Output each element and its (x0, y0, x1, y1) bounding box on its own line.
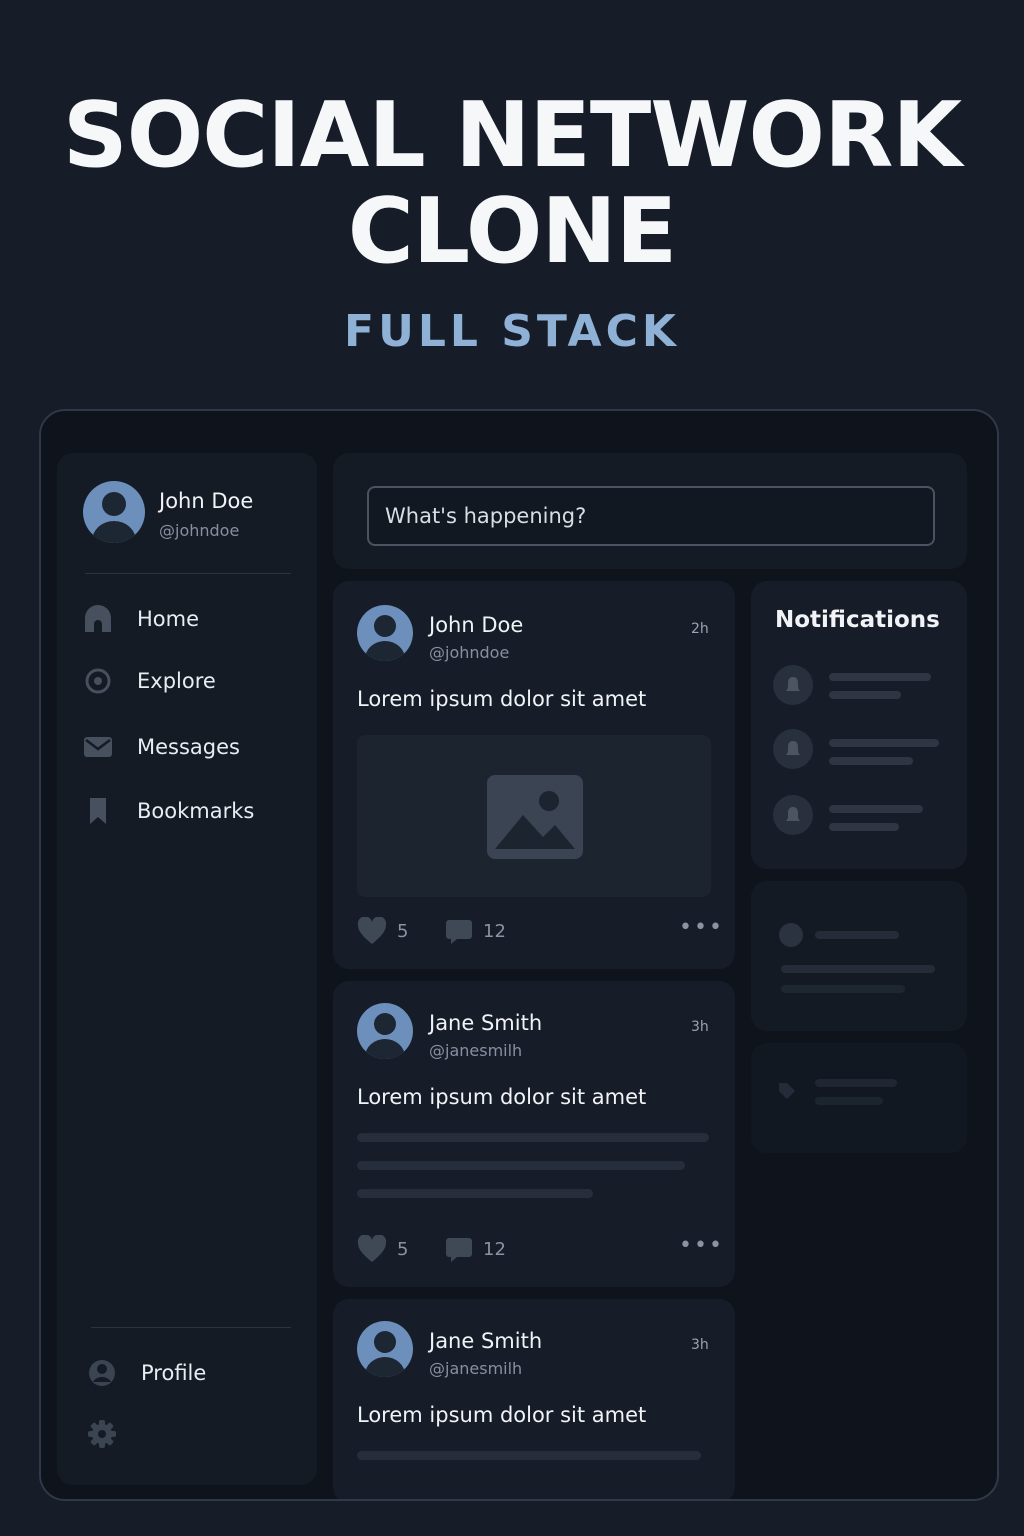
comment-count: 12 (483, 1238, 506, 1260)
notification-placeholder-line (829, 805, 923, 813)
notification-placeholder-line (829, 823, 899, 831)
post-time: 2h (691, 621, 709, 637)
comment-button[interactable]: 12 (445, 1235, 506, 1263)
post-author-name[interactable]: John Doe (429, 613, 523, 637)
compose-panel (333, 453, 967, 569)
compass-icon (83, 666, 113, 696)
post-author-name[interactable]: Jane Smith (429, 1011, 542, 1035)
sidebar-item-label: Profile (141, 1361, 207, 1385)
sidebar-item-profile[interactable]: Profile (87, 1353, 307, 1393)
heart-icon (357, 917, 387, 944)
post-card: Jane Smith @janesmilh 3h Lorem ipsum dol… (333, 1299, 735, 1499)
avatar[interactable] (357, 1003, 413, 1059)
more-icon[interactable]: ••• (679, 915, 724, 940)
post-author-name[interactable]: Jane Smith (429, 1329, 542, 1353)
sidebar-item-bookmarks[interactable]: Bookmarks (83, 791, 303, 831)
sidebar-item-label: Bookmarks (137, 799, 255, 823)
post-author-handle: @johndoe (429, 643, 510, 662)
sidebar: John Doe @johndoe Home Explore Messages (57, 453, 317, 1485)
compose-input[interactable] (367, 486, 935, 546)
hero-subtitle: FULL STACK (344, 306, 680, 357)
placeholder-card (751, 881, 967, 1031)
notification-placeholder-line (829, 739, 939, 747)
notification-placeholder-line (829, 757, 913, 765)
heart-icon (357, 1235, 387, 1262)
app-window: John Doe @johndoe Home Explore Messages (39, 409, 999, 1501)
post-text: Lorem ipsum dolor sit amet (357, 1085, 647, 1109)
like-button[interactable]: 5 (357, 1235, 408, 1263)
like-button[interactable]: 5 (357, 917, 408, 945)
notifications-panel: Notifications (751, 581, 967, 869)
mail-icon (83, 732, 113, 762)
gear-icon[interactable] (87, 1419, 117, 1449)
comment-icon (446, 920, 472, 944)
notification-placeholder-line (829, 691, 901, 699)
notification-item[interactable] (773, 665, 813, 705)
image-icon (487, 775, 583, 859)
hero-title: SOCIAL NETWORK CLONE (0, 88, 1024, 280)
user-icon (87, 1358, 117, 1388)
post-card: John Doe @johndoe 2h Lorem ipsum dolor s… (333, 581, 735, 969)
text-placeholder-line (357, 1451, 701, 1460)
bell-icon (786, 807, 800, 821)
home-icon (83, 604, 113, 634)
comment-button[interactable]: 12 (445, 917, 506, 945)
placeholder-line (815, 1097, 883, 1105)
notification-item[interactable] (773, 795, 813, 835)
more-icon[interactable]: ••• (679, 1233, 724, 1258)
text-placeholder-line (357, 1133, 709, 1142)
post-card: Jane Smith @janesmilh 3h Lorem ipsum dol… (333, 981, 735, 1287)
sidebar-item-home[interactable]: Home (83, 599, 303, 639)
sidebar-item-label: Home (137, 607, 200, 631)
like-count: 5 (397, 920, 409, 942)
sidebar-user-handle: @johndoe (159, 521, 240, 540)
comment-icon (446, 1238, 472, 1262)
avatar[interactable] (83, 481, 145, 543)
bell-icon (786, 677, 800, 691)
like-count: 5 (397, 1238, 409, 1260)
placeholder-line (781, 985, 905, 993)
sidebar-item-messages[interactable]: Messages (83, 727, 303, 767)
comment-count: 12 (483, 920, 506, 942)
sidebar-item-label: Explore (137, 669, 216, 693)
post-text: Lorem ipsum dolor sit amet (357, 1403, 647, 1427)
avatar[interactable] (357, 1321, 413, 1377)
placeholder-dot (779, 923, 803, 947)
post-time: 3h (691, 1019, 709, 1035)
text-placeholder-line (357, 1161, 685, 1170)
placeholder-line (815, 931, 899, 939)
sidebar-item-explore[interactable]: Explore (83, 661, 303, 701)
bookmark-icon (83, 796, 113, 826)
notifications-title: Notifications (775, 607, 940, 633)
placeholder-line (781, 965, 935, 973)
text-placeholder-line (357, 1189, 593, 1198)
sidebar-item-label: Messages (137, 735, 240, 759)
bell-icon (786, 741, 800, 755)
avatar[interactable] (357, 605, 413, 661)
hero-title-line1: SOCIAL NETWORK (62, 83, 962, 188)
placeholder-line (815, 1079, 897, 1087)
placeholder-card (751, 1043, 967, 1153)
post-author-handle: @janesmilh (429, 1041, 523, 1060)
post-time: 3h (691, 1337, 709, 1353)
sidebar-divider (85, 573, 291, 574)
hero-title-line2: CLONE (347, 179, 678, 284)
notification-item[interactable] (773, 729, 813, 769)
post-text: Lorem ipsum dolor sit amet (357, 687, 647, 711)
post-image[interactable] (357, 735, 711, 897)
post-author-handle: @janesmilh (429, 1359, 523, 1378)
notification-placeholder-line (829, 673, 931, 681)
sidebar-user-name: John Doe (159, 489, 254, 513)
tag-icon (779, 1083, 795, 1099)
sidebar-divider (91, 1327, 291, 1328)
